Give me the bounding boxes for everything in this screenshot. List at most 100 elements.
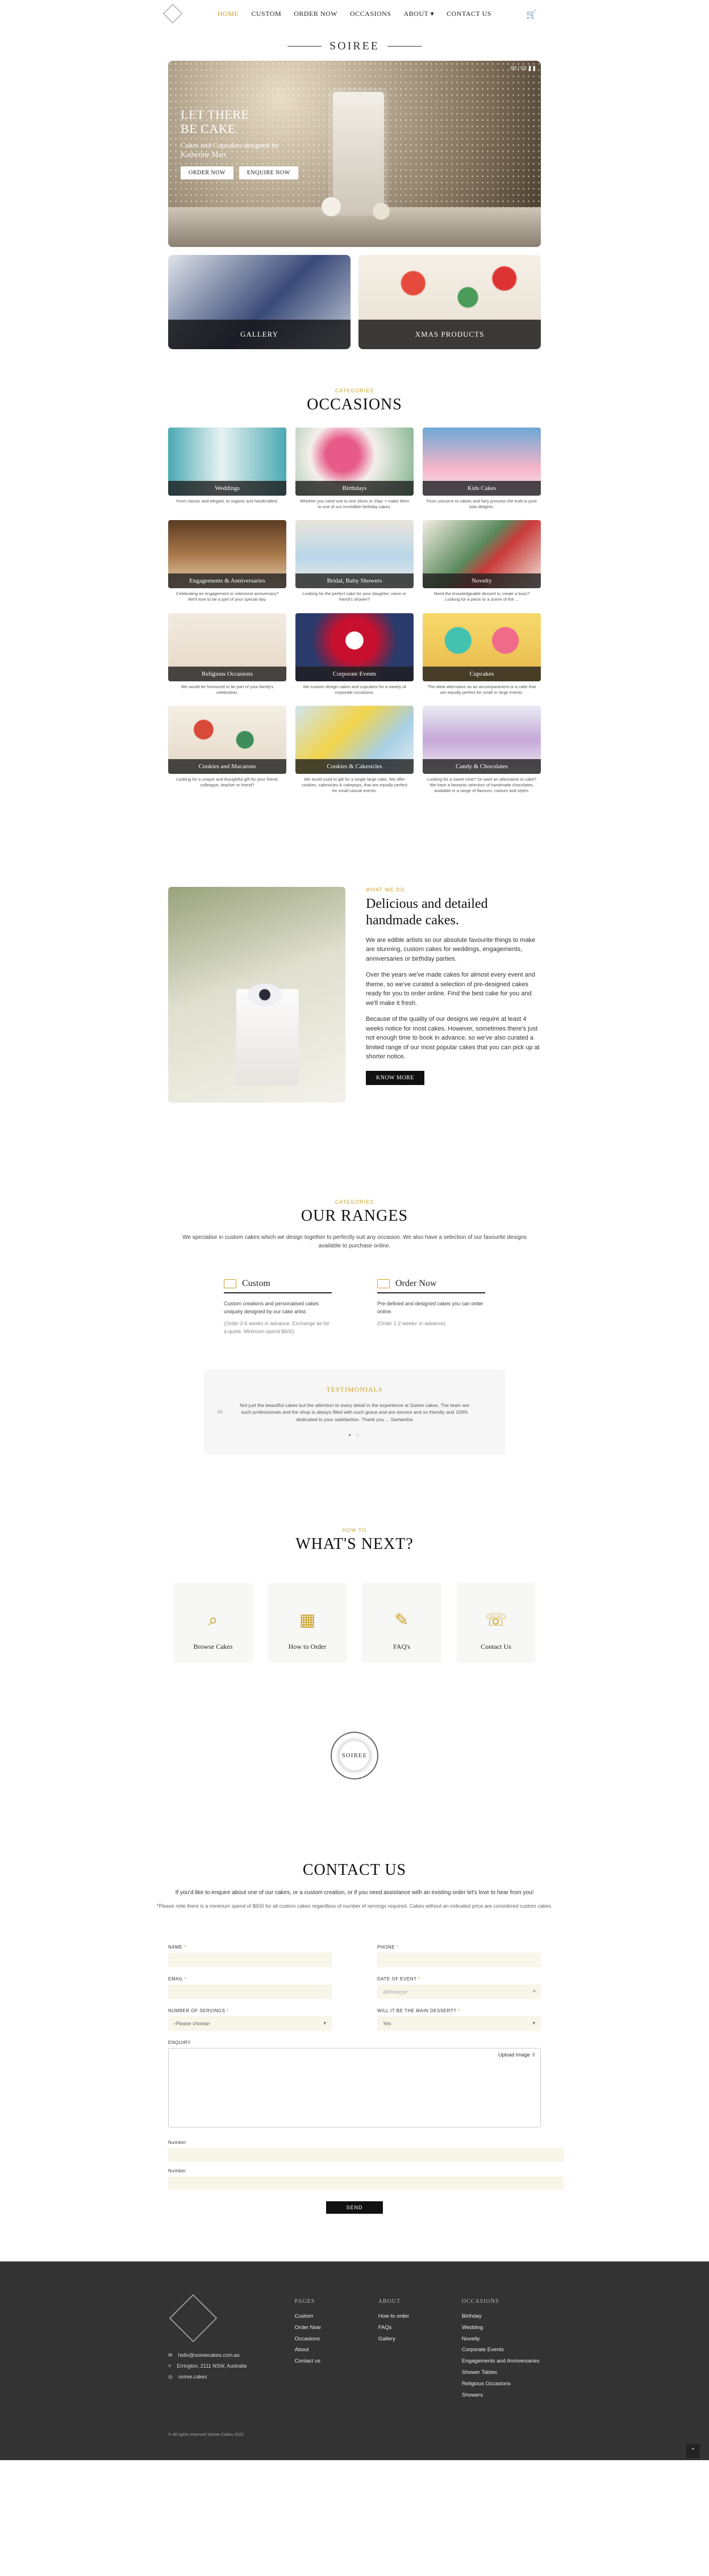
main-dessert-select[interactable]: Yes ▾ [377,2016,541,2031]
occasion-card-kids-cakes[interactable]: Kids Cakes From unicorns to robots and fa… [423,428,541,510]
occasion-card-cookies-cakesicles[interactable]: Cookies & Cakesicles We avoid used to gif… [295,705,414,794]
nav-order-now[interactable]: ORDER NOW [294,10,337,18]
ranges-options: Custom Custom creations and personalised… [0,1279,709,1335]
occasion-card-corporate[interactable]: Corporate Events We custom design cakes a… [295,613,414,696]
footer-logo[interactable] [169,2294,218,2343]
hero-subtitle: Cakes and Cupcakes designed by Katherine … [181,141,298,160]
tile-label: Browse Cakes [193,1643,233,1651]
hero-buttons: ORDER NOW ENQUIRE NOW [181,166,298,180]
occasion-card-bridal-baby-showers[interactable]: Bridal, Baby Showers Looking for the perf… [295,520,414,602]
enquiry-textarea[interactable]: Upload Image ⇪ [168,2047,541,2127]
occasions-title: OCCASIONS [307,396,402,413]
know-more-button[interactable]: KNOW MORE [366,1070,424,1085]
occasions-section: CATEGORIES OCCASIONS Weddings From classi… [0,388,709,794]
footer-link[interactable]: Novelty [462,2334,541,2345]
nav-custom[interactable]: CUSTOM [251,10,281,18]
footer-link[interactable]: Occasions [295,2334,378,2345]
occasion-card-novelty[interactable]: Novelty Need the knowledgeable dessert to… [423,520,541,602]
footer-link[interactable]: Gallery [378,2334,462,2345]
range-order-now[interactable]: Order Now Pre-defined and designed cakes… [377,1279,485,1335]
footer-link[interactable]: Wedding [462,2322,541,2334]
send-button[interactable]: SEND [326,2201,383,2214]
servings-select[interactable]: -Please choose- ▾ [168,2016,332,2031]
nav-home[interactable]: HOME [218,10,239,18]
name-label: NAME * [168,1944,186,1950]
occasion-desc: From classic and elegant, to organic and… [176,499,278,504]
what-we-do-paragraph: Over the years we've made cakes for almo… [366,971,536,1007]
servings-label: NUMBER OF SERVINGS * [168,2008,229,2013]
whats-next-section: HOW TO WHAT'S NEXT? ⌕ Browse Cakes ▦ How t… [0,1527,709,1663]
nav-occasions[interactable]: OCCASIONS [350,10,391,18]
range-custom[interactable]: Custom Custom creations and personalised… [224,1279,332,1335]
servings-label-text: NUMBER OF SERVINGS [168,2008,226,2013]
back-to-top-button[interactable]: ⌃ [686,2444,700,2458]
testimonial-dots[interactable]: ● ○ [204,1432,505,1438]
xmas-products-card[interactable]: XMAS PRODUCTS [358,255,541,349]
site-footer: ✉ hello@soireecakes.com.au ⌾ Errington, 21… [0,2261,709,2460]
occasion-card-cookies-macarons[interactable]: Cookies and Macarons Looking for a unique… [168,705,286,794]
footer-link[interactable]: Corporate Events [462,2344,541,2356]
faqs-tile[interactable]: ✎ FAQ's [362,1583,441,1663]
footer-email-text: hello@soireecakes.com.au [178,2352,240,2358]
footer-link[interactable]: Shower Tables [462,2367,541,2378]
nav-about[interactable]: ABOUT ▾ [404,10,435,18]
chevron-down-icon: ▾ [532,2020,535,2026]
ranges-section: CATEGORIES OUR RANGES We specialise in c… [0,1199,709,1455]
footer-link[interactable]: How to order [378,2311,462,2322]
contact-form: NAME * PHONE * EMAIL * DATE OF EVENT * dd… [168,1944,564,2214]
occasion-card-candy-chocolates[interactable]: Candy & Chocolates Looking for a sweet tr… [423,705,541,794]
email-label: EMAIL * [168,1976,187,1982]
occasion-card-cupcakes[interactable]: Cupcakes The ideal alternative as an acco… [423,613,541,696]
footer-link[interactable]: About [295,2344,378,2356]
footer-about-title: ABOUT [378,2298,401,2305]
cart-icon[interactable]: 🛒 [526,9,537,19]
occasion-label: Bridal, Baby Showers [295,573,414,589]
date-placeholder: dd/mm/yyyy [383,1988,407,1995]
order-now-button[interactable]: ORDER NOW [181,166,233,180]
occasion-desc: From unicorns to robots and fairy prince… [426,499,537,510]
table-image [168,207,541,247]
occasion-card-engagements[interactable]: Engagements & Anniversaries Celebrating a… [168,520,286,602]
gallery-card[interactable]: GALLERY [168,255,351,349]
footer-instagram[interactable]: ◎ soiree.cakes [168,2374,295,2380]
nav-contact-us[interactable]: CONTACT US [447,10,491,18]
email-field[interactable] [168,1984,332,1999]
what-we-do-eyebrow: WHAT WE DO [366,887,405,893]
occasion-label: Cookies and Macarons [168,759,286,774]
contact-us-tile[interactable]: ☏ Contact Us [456,1583,536,1663]
occasion-card-birthdays[interactable]: Birthdays Whether you need one to one sli… [295,428,414,510]
footer-link[interactable]: Contact us [295,2356,378,2367]
slide-control[interactable]: 00 / 03 ❚❚ [511,65,536,72]
name-field[interactable] [168,1952,332,1967]
phone-field[interactable] [377,1952,541,1967]
number-field[interactable] [168,2176,564,2190]
whats-next-title: WHAT'S NEXT? [295,1535,414,1553]
footer-link[interactable]: Birthday [462,2311,541,2322]
what-we-do-section: WHAT WE DO Delicious and detailed handmad… [168,887,541,1103]
occasion-card-weddings[interactable]: Weddings From classic and elegant, to org… [168,428,286,510]
anemone-flower-image [248,983,282,1007]
tile-label: FAQ's [393,1643,410,1651]
enquire-now-button[interactable]: ENQUIRE NOW [239,166,298,180]
occasion-card-religious[interactable]: Religious Occasions We would be honoured … [168,613,286,696]
date-field[interactable]: dd/mm/yyyy ▾ [377,1984,541,1999]
footer-link[interactable]: Showers [462,2390,541,2401]
what-we-do-title-line1: Delicious and detailed [366,897,488,912]
occasion-desc: Need the knowledgeable dessert to create… [433,591,530,602]
footer-email[interactable]: ✉ hello@soireecakes.com.au [168,2352,295,2359]
footer-link[interactable]: FAQs [378,2322,462,2334]
testimonial-quote: Not just the beautiful cakes but the att… [240,1402,469,1422]
footer-link[interactable]: Order Now [295,2322,378,2334]
range-order-desc: Pre-defined and designed cakes you can o… [377,1301,483,1314]
footer-link[interactable]: Religious Occasions [462,2378,541,2390]
logo-icon[interactable] [163,4,182,23]
browse-cakes-tile[interactable]: ⌕ Browse Cakes [173,1583,253,1663]
footer-occasions: OCCASIONS Birthday Wedding Novelty Corpo… [462,2296,541,2402]
upload-image-button[interactable]: Upload Image ⇪ [498,2052,536,2058]
occasions-grid: Weddings From classic and elegant, to org… [168,428,541,794]
how-to-order-tile[interactable]: ▦ How to Order [268,1583,347,1663]
number-field[interactable] [168,2147,564,2162]
footer-link[interactable]: Engagements and Anniversaries [462,2356,541,2367]
seal-section: SOIREE [0,1732,709,1780]
footer-link[interactable]: Custom [295,2311,378,2322]
